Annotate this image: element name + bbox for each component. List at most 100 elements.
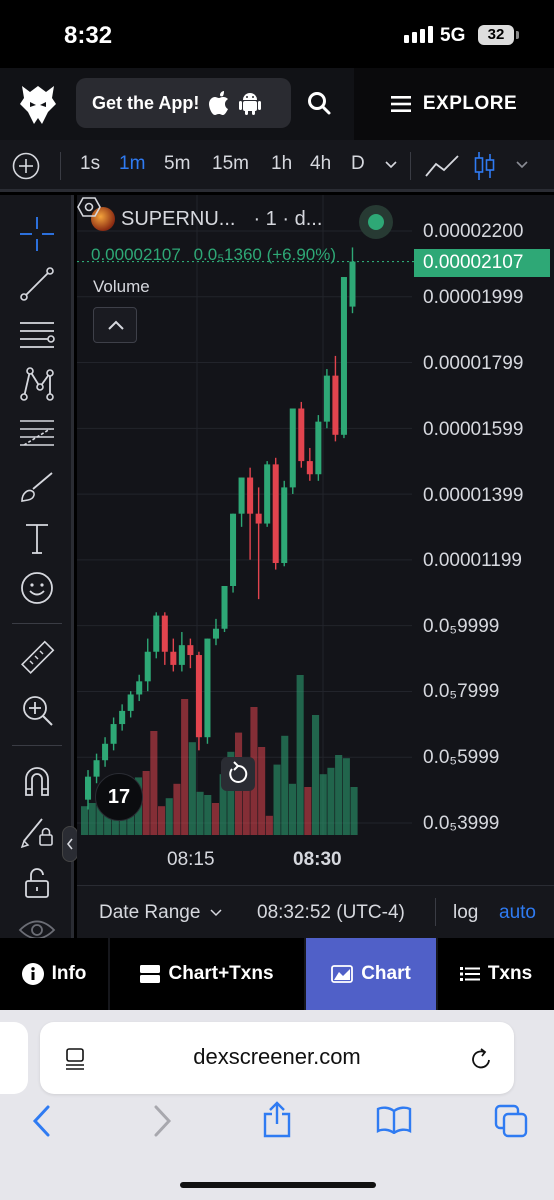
forward-icon[interactable]: [150, 1104, 174, 1138]
price-axis-label: 0.00001799: [423, 353, 524, 374]
reset-icon: [229, 761, 248, 783]
volume-bar: [258, 747, 266, 835]
tradingview-logo[interactable]: 17: [95, 773, 143, 821]
zoom-in-icon[interactable]: [18, 691, 56, 729]
volume-bar: [296, 675, 304, 835]
candle-body: [349, 261, 356, 307]
emoji-icon[interactable]: [18, 569, 56, 607]
timeframe-1s[interactable]: 1s: [80, 153, 100, 175]
browser-chrome: dexscreener.com: [0, 1010, 554, 1200]
candles-chart-type-icon[interactable]: [474, 150, 496, 182]
timeframe-4h[interactable]: 4h: [310, 153, 331, 175]
time-axis-label: 08:30: [293, 849, 342, 870]
volume-bar: [150, 731, 158, 835]
explore-button[interactable]: EXPLORE: [354, 68, 554, 140]
share-icon[interactable]: [262, 1100, 292, 1138]
date-range-label: Date Range: [99, 902, 201, 923]
magnet-icon[interactable]: [18, 761, 56, 799]
tab-label: Info: [51, 963, 87, 984]
settings-icon[interactable]: [77, 195, 101, 219]
horizontal-lines-icon[interactable]: [18, 315, 56, 353]
address-bar[interactable]: dexscreener.com: [40, 1022, 514, 1094]
price-axis-label: 0.00001599: [423, 419, 524, 440]
price-change-row: 0.00002107 0.0₅1360 (+6.90%): [91, 245, 336, 265]
tab-chart[interactable]: Chart: [306, 938, 438, 1010]
candle-body: [161, 615, 168, 652]
toolbar-divider: [410, 152, 411, 180]
home-indicator: [180, 1182, 376, 1188]
price-axis-label: 0.00002200: [423, 221, 524, 242]
volume-label: Volume: [93, 277, 150, 296]
trend-line-icon[interactable]: [18, 265, 56, 303]
collapse-rail-handle[interactable]: [62, 826, 78, 862]
date-range-button[interactable]: Date Range: [99, 902, 222, 924]
candle-body: [178, 645, 185, 665]
volume-bar: [335, 755, 343, 835]
candle-body: [323, 375, 330, 422]
volume-bar: [312, 715, 320, 835]
search-icon[interactable]: [306, 90, 332, 116]
lock-drawing-icon[interactable]: [18, 811, 56, 849]
dexscreener-logo-icon[interactable]: [18, 82, 58, 126]
volume-bar: [165, 798, 173, 835]
reset-chart-button[interactable]: [221, 757, 255, 791]
collapse-legend-button[interactable]: [93, 307, 137, 343]
timeframe-15m[interactable]: 15m: [212, 153, 249, 175]
candle-body: [238, 477, 245, 514]
price-axis-label: 0.00001399: [423, 485, 524, 506]
candle-body: [144, 651, 151, 682]
tab-info[interactable]: Info: [0, 938, 110, 1010]
candle-body: [255, 513, 262, 524]
tabs-icon[interactable]: [494, 1104, 528, 1138]
candle-body: [247, 477, 254, 514]
add-indicator-icon[interactable]: [12, 152, 40, 180]
back-icon[interactable]: [30, 1104, 54, 1138]
market-status-dot: [368, 214, 384, 230]
chevron-down-icon[interactable]: [515, 160, 529, 170]
price-chart[interactable]: SUPERNU... · 1 · d... 0.00002107 0.0₅136…: [77, 195, 554, 885]
tab-chart-txns[interactable]: Chart+Txns: [110, 938, 306, 1010]
previous-tab-preview[interactable]: [0, 1022, 28, 1094]
candle-body: [264, 464, 271, 524]
chevron-left-icon: [66, 838, 73, 850]
bookmarks-icon[interactable]: [376, 1106, 412, 1134]
timezone-clock[interactable]: 08:32:52 (UTC-4): [257, 902, 405, 924]
get-app-label: Get the App!: [92, 92, 200, 113]
chevron-down-icon[interactable]: [384, 160, 398, 170]
volume-bar: [181, 699, 189, 835]
brush-icon[interactable]: [18, 467, 56, 505]
get-app-button[interactable]: Get the App!: [76, 78, 291, 128]
timeframe-5m[interactable]: 5m: [164, 153, 190, 175]
candle-body: [315, 421, 322, 475]
candle-body: [170, 651, 177, 665]
pattern-icon[interactable]: [18, 365, 56, 403]
signal-icon: [404, 26, 433, 43]
candle-body: [212, 628, 219, 639]
candle-body: [119, 710, 126, 725]
unlock-icon[interactable]: [18, 863, 56, 901]
text-tool-icon[interactable]: [18, 519, 56, 557]
tab-txns[interactable]: Txns: [438, 938, 554, 1010]
fib-retracement-icon[interactable]: [18, 415, 56, 453]
volume-bar: [196, 791, 204, 835]
chevron-down-icon: [210, 909, 222, 917]
log-scale-toggle[interactable]: log: [453, 902, 478, 924]
candle-body: [340, 277, 347, 435]
line-chart-type-icon[interactable]: [424, 152, 460, 180]
timeframe-d[interactable]: D: [351, 153, 365, 175]
ruler-icon[interactable]: [18, 639, 56, 677]
candle-body: [289, 408, 296, 488]
crosshair-icon[interactable]: [18, 215, 56, 253]
volume-bar: [142, 771, 150, 835]
url-text: dexscreener.com: [193, 1044, 361, 1069]
timeframe-1m[interactable]: 1m: [119, 153, 145, 175]
apple-icon: [209, 91, 229, 115]
price-change: 0.0₅1360 (+6.90%): [193, 245, 337, 264]
reload-icon[interactable]: [470, 1047, 494, 1071]
status-bar: 8:32 5G 32: [0, 0, 554, 68]
auto-scale-toggle[interactable]: auto: [499, 902, 536, 924]
candle-body: [230, 513, 237, 587]
timeframe-1h[interactable]: 1h: [271, 153, 292, 175]
hamburger-icon: [390, 96, 411, 112]
tab-label: Txns: [487, 963, 533, 984]
